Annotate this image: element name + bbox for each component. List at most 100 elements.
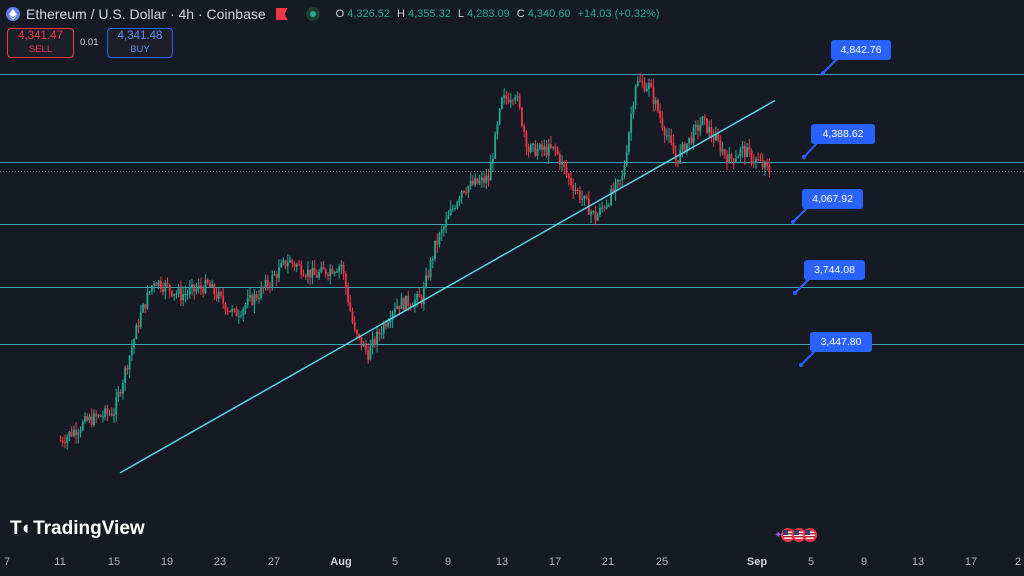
candle-body	[668, 135, 670, 137]
trendline-group	[119, 99, 776, 474]
x-tick-label: 17	[964, 556, 978, 568]
candle-body	[289, 260, 292, 263]
candle-body	[79, 430, 82, 433]
level-label-3447[interactable]: 3,447.80	[810, 332, 872, 352]
sell-button[interactable]: 4,341.47 SELL	[7, 28, 74, 58]
candle-body	[643, 82, 646, 92]
candle-body	[213, 284, 216, 295]
candle-body	[139, 312, 142, 328]
candle-body	[373, 338, 376, 345]
candle-body	[275, 274, 278, 279]
candle-body	[295, 264, 298, 267]
candle-body	[708, 127, 711, 133]
candle-body	[72, 429, 75, 436]
tradingview-logo[interactable]: T◖ TradingView	[10, 518, 145, 540]
candle-body	[186, 293, 189, 295]
candle-body	[761, 160, 764, 168]
candle-body	[585, 195, 588, 199]
candle-body	[552, 146, 555, 148]
candle-body	[280, 263, 283, 268]
candle-body	[581, 198, 584, 200]
candle-body	[130, 347, 133, 356]
candle-body	[480, 177, 483, 181]
candle-body	[416, 293, 419, 300]
red-flag-icon[interactable]	[275, 8, 288, 20]
candle-body	[489, 163, 492, 181]
candle-body	[351, 311, 354, 323]
candle-body	[95, 413, 98, 417]
candle-body	[601, 207, 604, 209]
candle-body	[108, 413, 111, 415]
candle-body	[563, 161, 566, 167]
candle-body	[367, 350, 370, 360]
candle-body	[494, 133, 497, 159]
candle-body	[282, 260, 285, 264]
price-chart[interactable]	[0, 0, 1024, 576]
candle-body	[717, 134, 720, 141]
symbol-title[interactable]: Ethereum / U.S. Dollar · 4h · Coinbase	[26, 6, 266, 22]
candle-body	[284, 260, 287, 267]
candle-body	[264, 279, 267, 288]
us-economic-events-icon[interactable]: ✦	[774, 528, 818, 542]
candle-body	[364, 343, 367, 351]
candle-body	[541, 144, 543, 150]
ethereum-coin-icon	[6, 7, 20, 21]
candle-body	[81, 421, 84, 431]
candle-body	[237, 315, 240, 317]
candle-body	[670, 135, 673, 144]
candle-body	[599, 207, 601, 215]
level-label-4842[interactable]: 4,842.76	[831, 40, 891, 60]
candle-body	[244, 304, 247, 309]
candle-body	[407, 295, 410, 306]
candle-body	[255, 294, 258, 299]
candle-body	[253, 294, 256, 305]
candle-body	[434, 240, 436, 259]
candle-body	[220, 292, 222, 296]
candle-body	[77, 432, 80, 436]
candle-body	[554, 146, 557, 149]
candle-body	[556, 148, 559, 154]
candle-body	[628, 132, 630, 153]
candle-body	[451, 208, 454, 210]
candle-body	[307, 269, 309, 277]
spread-value: 0.01	[80, 37, 99, 48]
candle-body	[625, 152, 628, 165]
candle-body	[393, 308, 396, 313]
candle-body	[739, 149, 742, 157]
sell-price: 4,341.47	[18, 30, 63, 42]
candle-body	[726, 155, 728, 164]
candle-body	[115, 396, 118, 415]
candle-body	[757, 158, 760, 161]
candle-body	[425, 275, 427, 287]
buy-button[interactable]: 4,341.48 BUY	[107, 28, 173, 58]
candle-body	[273, 274, 276, 276]
candle-body	[465, 192, 468, 194]
level-label-4067[interactable]: 4,067.92	[802, 189, 863, 209]
candle-body	[135, 325, 138, 340]
market-open-dot-icon	[305, 7, 320, 21]
candle-body	[623, 164, 626, 177]
candle-body	[458, 198, 461, 202]
candle-body	[512, 100, 514, 102]
candle-body	[474, 178, 477, 185]
candle-body	[594, 211, 597, 221]
candle-body	[173, 293, 176, 296]
candle-body	[509, 100, 512, 103]
candle-body	[632, 105, 635, 115]
candle-body	[293, 263, 296, 267]
candle-body	[578, 190, 581, 200]
level-label-3744[interactable]: 3,744.08	[804, 260, 865, 280]
callout-pointers	[791, 57, 839, 367]
candle-body	[191, 284, 193, 289]
candle-body	[405, 295, 407, 310]
candle-body	[204, 279, 207, 294]
candle-body	[217, 292, 220, 299]
candle-body	[657, 100, 659, 112]
level-label-4388[interactable]: 4,388.62	[811, 124, 875, 144]
candle-body	[224, 303, 227, 311]
x-tick-label: 27	[267, 556, 281, 568]
candle-body	[188, 288, 191, 294]
candle-body	[331, 268, 334, 274]
candle-body	[64, 442, 66, 444]
candle-body	[672, 143, 675, 154]
